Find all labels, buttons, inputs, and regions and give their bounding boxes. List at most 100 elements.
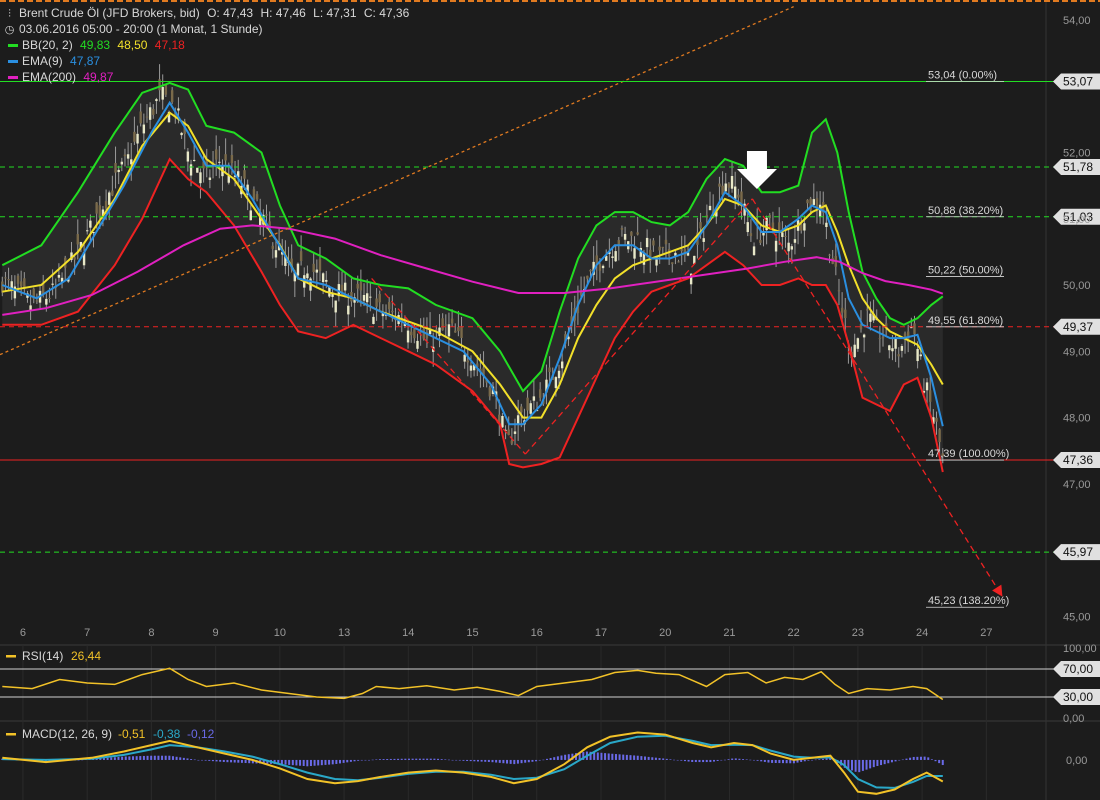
macd-hist-bar — [760, 759, 763, 762]
candle-body — [447, 324, 451, 337]
candle-body — [192, 159, 196, 161]
candle-body — [828, 254, 831, 256]
macd-hist-bar — [683, 759, 686, 762]
macd-hist-bar — [204, 759, 207, 761]
macd-hist-bar — [698, 759, 701, 763]
candle-body — [661, 246, 665, 248]
macd-hist-bar — [378, 759, 381, 760]
x-tick-label: 16 — [531, 627, 543, 639]
macd-hist-bar — [930, 759, 933, 760]
price-badge-text: 51,78 — [1063, 160, 1093, 174]
candle-body — [560, 361, 564, 369]
candle-body — [589, 269, 592, 272]
macd-hist-bar — [495, 759, 498, 763]
candle-body — [73, 257, 76, 260]
candle-body — [265, 214, 268, 216]
candle-body — [48, 297, 51, 299]
macd-hist-bar — [230, 759, 233, 763]
candle-body — [614, 251, 617, 262]
macd-hist-bar — [429, 758, 432, 760]
candle-body — [916, 349, 919, 362]
macd-hist-bar — [898, 759, 901, 761]
macd-hist-bar — [215, 759, 218, 762]
ema200-value: 49,87 — [83, 70, 114, 84]
macd-hist-bar — [531, 759, 534, 762]
macd-hist-bar — [919, 756, 922, 760]
macd-hist-bar — [418, 758, 421, 760]
macd-hist-bar — [309, 759, 312, 767]
macd-hist-bar — [364, 759, 367, 761]
y-tick-label: 54,00 — [1063, 15, 1091, 27]
macd-hist-bar — [636, 755, 639, 760]
macd-hist-bar — [709, 759, 712, 763]
x-tick-label: 9 — [213, 627, 219, 639]
candle-body — [507, 429, 510, 436]
candle-body — [740, 191, 743, 204]
x-tick-label: 7 — [84, 627, 90, 639]
candle-body — [7, 279, 10, 281]
macd-hist-bar — [513, 759, 516, 765]
macd-hist-bar — [752, 759, 755, 761]
macd-hist-bar — [197, 759, 200, 761]
candle-body — [520, 406, 523, 413]
macd-hist-bar — [774, 759, 777, 763]
candle-body — [837, 290, 841, 292]
candle-body — [177, 108, 180, 111]
candle-body — [51, 283, 54, 285]
macd-hist-bar — [462, 759, 465, 761]
x-tick-label: 8 — [148, 627, 154, 639]
candle-body — [759, 239, 762, 243]
macd-hist-bar — [193, 759, 196, 761]
x-tick-label: 14 — [402, 627, 414, 639]
macd-hist-bar — [382, 759, 385, 760]
ohlc-high: H: 47,46 — [260, 6, 306, 20]
macd-hist-bar — [404, 758, 407, 760]
macd-hist-bar — [789, 759, 792, 764]
x-tick-label: 27 — [980, 627, 992, 639]
macd-hist-bar — [175, 756, 178, 760]
candle-body — [771, 222, 775, 229]
date-range: 03.06.2016 05:00 - 20:00 (1 Monat, 1 Stu… — [19, 22, 263, 36]
candle-body — [334, 300, 337, 313]
candle-body — [362, 295, 366, 301]
candle-body — [387, 302, 391, 310]
macd-hist-bar — [912, 756, 915, 760]
legend-ema200[interactable]: EMA(200) 49,87 — [8, 70, 117, 84]
macd-hist-bar — [153, 755, 156, 760]
macd-hist-bar — [771, 759, 774, 763]
candle-body — [526, 397, 529, 411]
candle-body — [196, 167, 199, 173]
candle-body — [243, 170, 246, 179]
macd-hist-bar — [480, 759, 483, 762]
candle-body — [878, 338, 882, 340]
candle-body — [840, 307, 844, 313]
macd-hist-bar — [687, 759, 690, 762]
candle-body — [372, 316, 375, 324]
candle-body — [749, 233, 753, 237]
x-tick-label: 20 — [659, 627, 671, 639]
macd-hist-bar — [887, 759, 890, 764]
macd-hist-bar — [335, 759, 338, 764]
macd-hist-bar — [749, 759, 752, 761]
candle-body — [186, 151, 190, 162]
macd-hist-bar — [135, 756, 138, 760]
macd-hist-bar — [651, 757, 654, 760]
candle-body — [391, 310, 394, 313]
legend-ema9[interactable]: EMA(9) 47,87 — [8, 54, 104, 68]
legend-bb[interactable]: BB(20, 2) 49,83 48,50 47,18 — [8, 38, 189, 52]
macd-hist-bar — [658, 758, 661, 760]
macd-hist-bar — [622, 754, 625, 760]
fib-label-4: 50,22 (50.00%) — [928, 264, 1003, 276]
macd-hist-bar — [890, 759, 893, 763]
macd-hist-bar — [190, 758, 193, 760]
candle-body — [623, 233, 627, 240]
macd-hist-bar — [360, 759, 363, 761]
candle-body — [296, 263, 300, 276]
macd-hist-bar — [607, 753, 610, 760]
macd-hist-bar — [938, 759, 941, 764]
macd-hist-bar — [629, 755, 632, 760]
candle-body — [218, 161, 221, 163]
bb-label: BB(20, 2) — [22, 38, 73, 52]
bars-icon: ⫶ — [8, 8, 11, 20]
chart-canvas[interactable]: 53,04 (0.00%) 53,07 51,78 50,88 (38.20%) 51,… — [0, 0, 1100, 800]
